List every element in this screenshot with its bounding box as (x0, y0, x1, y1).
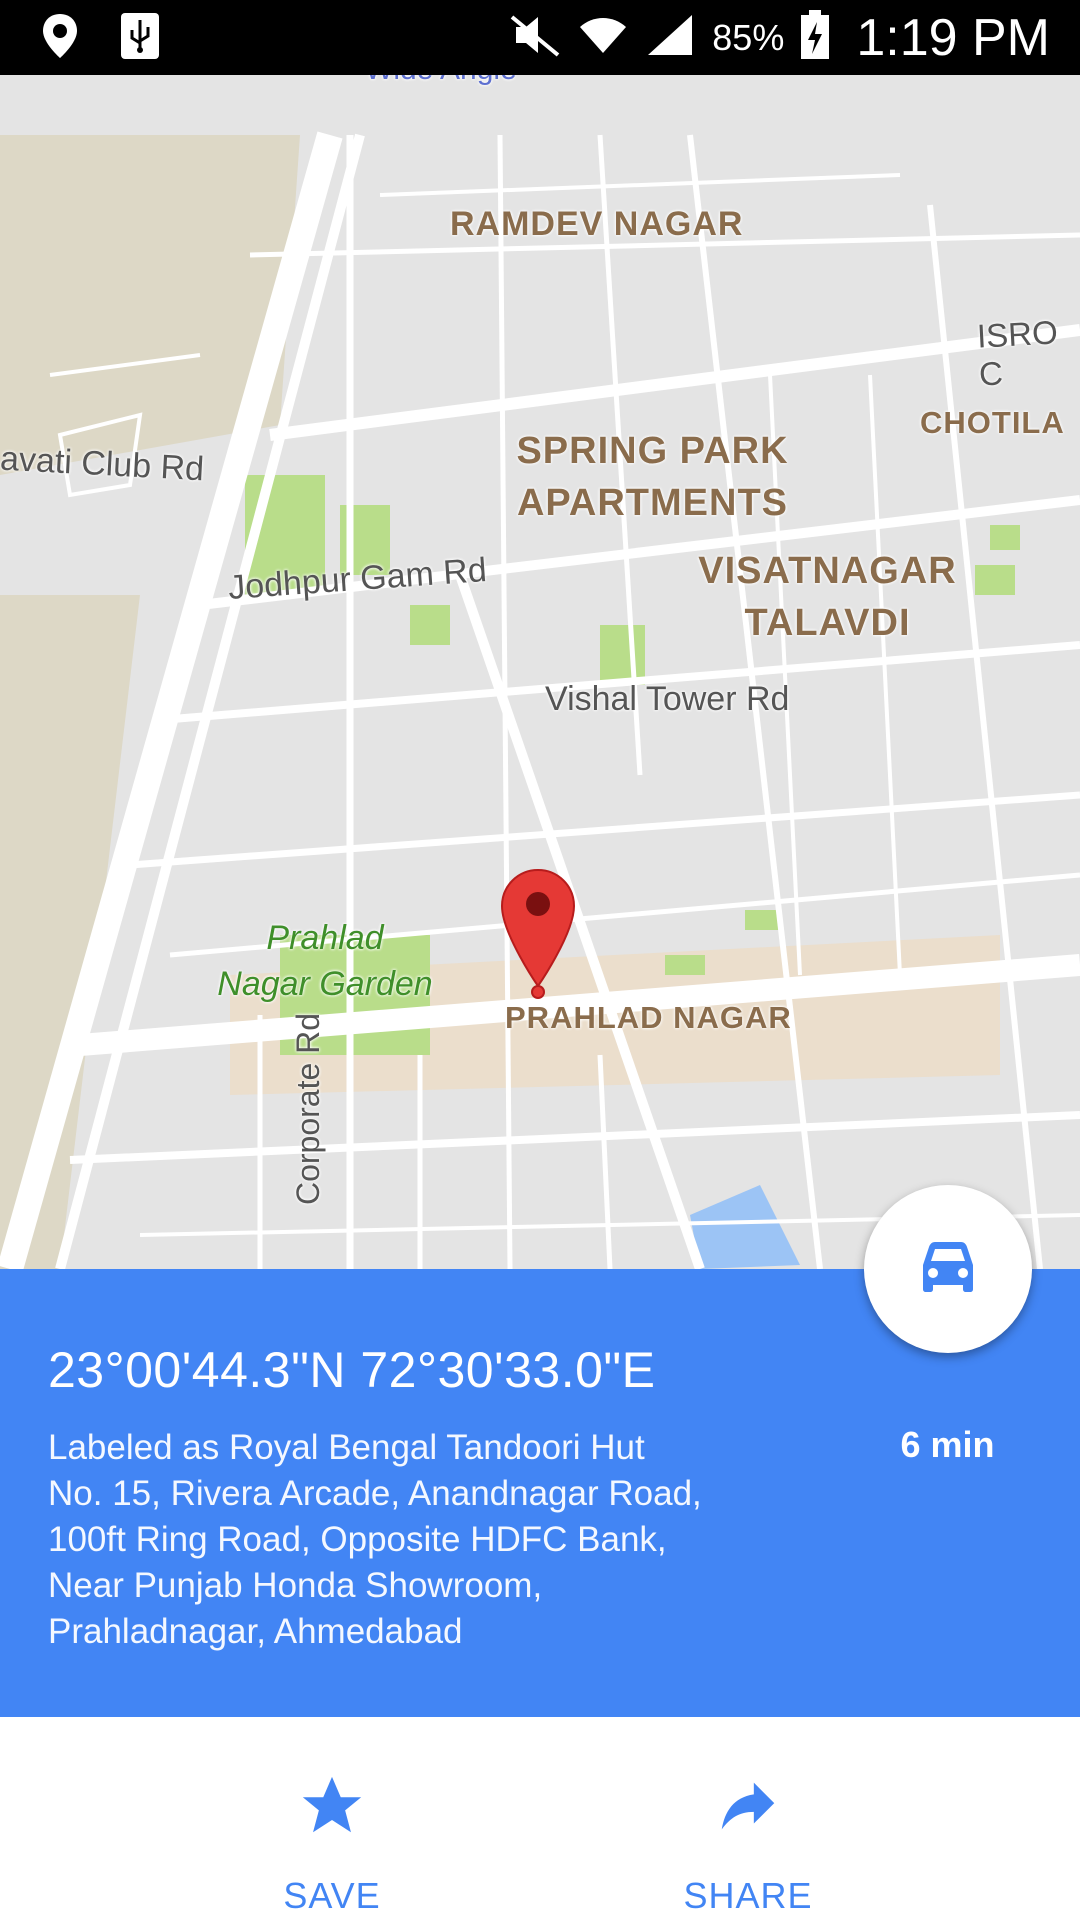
status-bar: 85% 1:19 PM (0, 0, 1080, 75)
address-line: Near Punjab Honda Showroom, (48, 1566, 543, 1605)
wifi-icon (578, 11, 628, 64)
drive-eta: 6 min (900, 1424, 995, 1465)
address-line: Labeled as Royal Bengal Tandoori Hut (48, 1428, 645, 1467)
area-label-visatnagar-line1: VISATNAGAR (698, 550, 957, 592)
street-label-wide-angle: Wide Angle (365, 75, 517, 87)
park-label-line1: Prahlad (266, 919, 384, 957)
area-label-isro: ISRO C (976, 313, 1059, 393)
area-label-visatnagar-line2: TALAVDI (744, 602, 911, 644)
address-line: Prahladnagar, Ahmedabad (48, 1612, 463, 1651)
car-icon (919, 1241, 977, 1298)
usb-icon (120, 12, 160, 65)
area-label-spring-park: SPRING PARK APARTMENTS (500, 425, 805, 529)
area-label-ramdev-nagar: RAMDEV NAGAR (450, 205, 744, 243)
park-label-prahlad-nagar-garden: Prahlad Nagar Garden (200, 915, 450, 1007)
area-label-visatnagar: VISATNAGAR TALAVDI (690, 545, 965, 649)
area-label-spring-park-line1: SPRING PARK (516, 430, 789, 472)
park-label-line2: Nagar Garden (217, 965, 433, 1003)
battery-charging-icon (800, 10, 830, 65)
save-label: SAVE (283, 1875, 381, 1916)
share-button[interactable]: SHARE (598, 1717, 898, 1920)
clock: 1:19 PM (856, 8, 1050, 67)
map-view[interactable]: Wide Angle RAMDEV NAGAR ISRO C CHOTILA a… (0, 75, 1080, 1269)
signal-icon (644, 11, 696, 64)
mute-icon (508, 11, 562, 64)
area-label-spring-park-line2: APARTMENTS (516, 482, 789, 524)
location-icon (40, 12, 80, 65)
coordinates-title: 23°00'44.3"N 72°30'33.0"E (48, 1342, 656, 1398)
directions-button[interactable] (864, 1185, 1032, 1353)
save-button[interactable]: SAVE (182, 1717, 482, 1920)
share-label: SHARE (683, 1875, 813, 1916)
address-line: No. 15, Rivera Arcade, Anandnagar Road, (48, 1474, 702, 1513)
share-arrow-icon (713, 1771, 783, 1841)
battery-percent: 85% (712, 16, 785, 58)
location-pin-icon[interactable] (500, 868, 576, 1008)
star-icon (297, 1771, 367, 1841)
street-label-corporate-rd: Corporate Rd (290, 1012, 326, 1205)
map-roads (0, 131, 1080, 1269)
address-line: 100ft Ring Road, Opposite HDFC Bank, (48, 1520, 667, 1559)
area-label-chotila: CHOTILA (920, 405, 1065, 440)
action-bar: SAVE SHARE (0, 1717, 1080, 1920)
street-label-vishal-tower-rd: Vishal Tower Rd (545, 680, 790, 718)
place-address: Labeled as Royal Bengal Tandoori Hut No.… (48, 1425, 808, 1655)
